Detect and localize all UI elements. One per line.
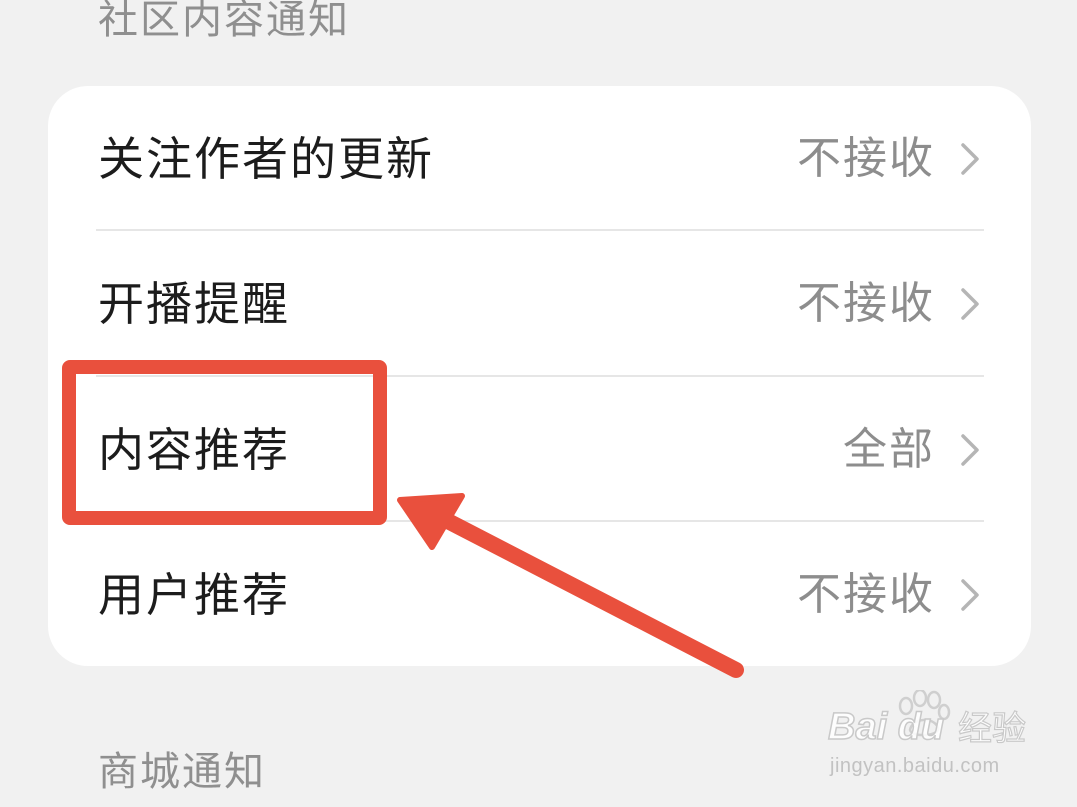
watermark-url: jingyan.baidu.com [830, 755, 1000, 777]
section-header-community: 社区内容通知 [98, 0, 350, 43]
chevron-right-icon [961, 578, 979, 611]
annotation-highlight-box [62, 360, 387, 525]
row-label: 开播提醒 [98, 276, 290, 331]
row-label: 关注作者的更新 [98, 131, 434, 186]
row-follow-author-updates[interactable]: 关注作者的更新 不接收 [48, 86, 1031, 231]
watermark-brand-text: 经验 [957, 709, 1026, 749]
watermark-logo-text: Bai du [827, 706, 945, 748]
chevron-right-icon [961, 433, 979, 466]
row-value: 全部 [843, 423, 935, 475]
chevron-right-icon [961, 142, 979, 175]
row-live-reminder[interactable]: 开播提醒 不接收 [48, 231, 1031, 376]
row-value: 不接收 [797, 132, 935, 184]
row-value: 不接收 [797, 277, 935, 329]
chevron-right-icon [961, 287, 979, 320]
row-value: 不接收 [797, 568, 935, 620]
section-header-mall: 商城通知 [98, 749, 266, 795]
row-label: 用户推荐 [98, 567, 290, 622]
baidu-jingyan-watermark: Bai du 经验 jingyan.baidu.com [827, 690, 1028, 785]
row-user-recommendation[interactable]: 用户推荐 不接收 [48, 522, 1031, 667]
